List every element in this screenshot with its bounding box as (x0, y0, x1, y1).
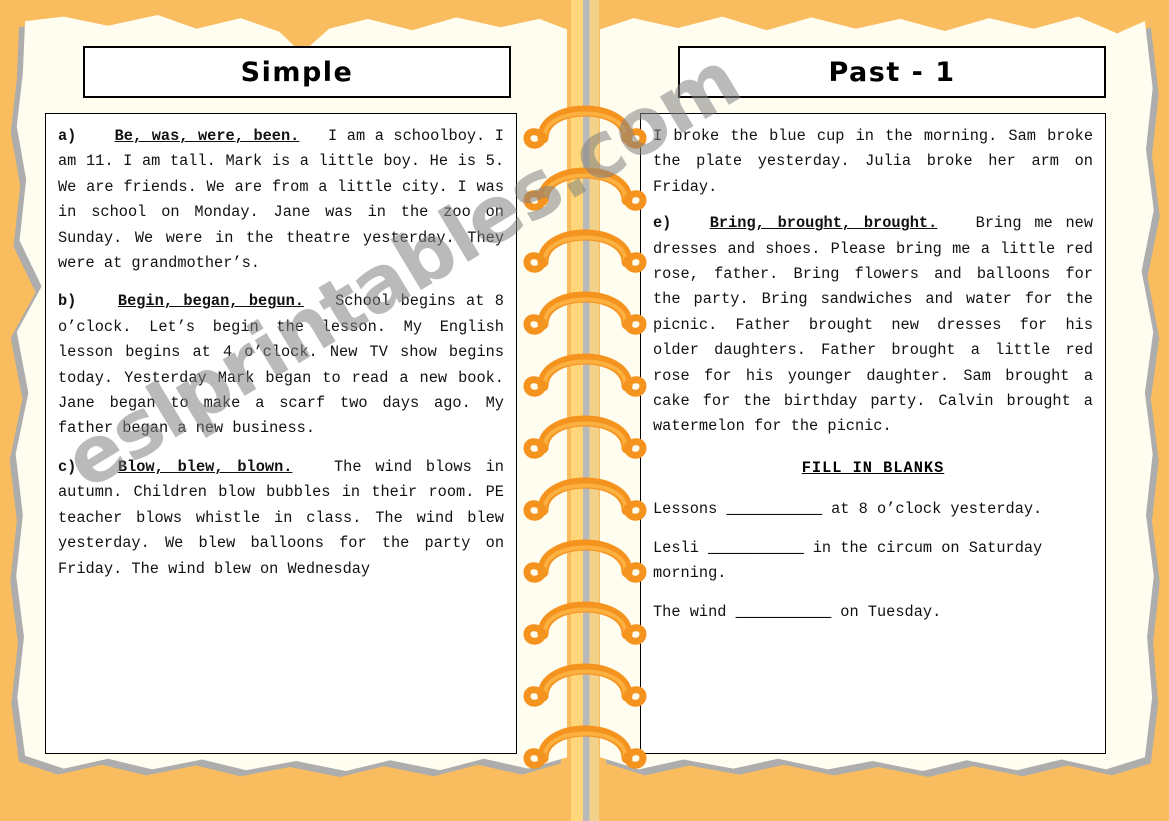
spiral-ring (519, 148, 651, 212)
right-panel-title-box: Past - 1 (678, 46, 1106, 98)
right-panel-title: Past - 1 (828, 56, 956, 88)
section-paragraph: b) Begin, began, begun. School begins at… (58, 289, 504, 441)
fill-in-blanks-heading: FILL IN BLANKS (801, 458, 945, 477)
fill-in-blank-item: Lessons ___________ at 8 o’clock yesterd… (653, 497, 1093, 522)
blank-suffix: at 8 o’clock yesterday. (821, 500, 1043, 519)
answer-blank[interactable]: ___________ (708, 539, 804, 557)
blank-prefix: Lesli (653, 538, 709, 557)
blank-suffix: on Tuesday. (831, 602, 942, 621)
section-marker: c) (58, 457, 77, 476)
verb-forms: Begin, began, begun. (117, 292, 304, 311)
section-body: School begins at 8 o’clock. Let’s begin … (58, 292, 504, 438)
section-marker: b) (58, 292, 77, 311)
spiral-ring (519, 86, 651, 150)
continued-paragraph: I broke the blue cup in the morning. Sam… (653, 127, 1093, 196)
spiral-ring (519, 334, 651, 398)
fill-in-blank-item: The wind ___________ on Tuesday. (653, 600, 1093, 625)
left-panel-title-box: Simple (83, 46, 511, 98)
section-paragraph: c) Blow, blew, blown. The wind blows in … (58, 455, 504, 582)
spiral-ring (519, 210, 651, 274)
spiral-ring (519, 582, 651, 646)
answer-blank[interactable]: ___________ (736, 603, 832, 621)
spiral-ring (519, 458, 651, 522)
section-paragraph: e) Bring, brought, brought. Bring me new… (653, 211, 1093, 440)
answer-blank[interactable]: ___________ (726, 500, 822, 518)
spiral-binding-rings (519, 86, 651, 769)
section-paragraph: a) Be, was, were, been. I am a schoolboy… (58, 124, 504, 276)
spiral-ring (519, 272, 651, 336)
spiral-ring (519, 644, 651, 708)
section-marker: a) (58, 127, 77, 145)
verb-forms: Be, was, were, been. (114, 127, 300, 145)
spiral-ring (519, 706, 651, 770)
blank-prefix: The wind (653, 602, 736, 621)
verb-forms: Blow, blew, blown. (117, 457, 293, 476)
right-panel-content: I broke the blue cup in the morning. Sam… (640, 113, 1106, 754)
left-panel-content: a) Be, was, were, been. I am a schoolboy… (45, 113, 517, 754)
left-panel-title: Simple (240, 56, 354, 88)
verb-forms: Bring, brought, brought. (709, 214, 938, 233)
spiral-ring (519, 396, 651, 460)
fill-in-blank-item: Lesli ___________ in the circum on Satur… (653, 536, 1093, 587)
section-marker: e) (653, 214, 672, 233)
section-body: I am a schoolboy. I am 11. I am tall. Ma… (58, 127, 504, 273)
section-body: Bring me new dresses and shoes. Please b… (653, 214, 1094, 436)
blank-prefix: Lessons (653, 500, 727, 519)
worksheet-page: Simple a) Be, was, were, been. I am a sc… (0, 0, 1169, 821)
spiral-ring (519, 520, 651, 584)
